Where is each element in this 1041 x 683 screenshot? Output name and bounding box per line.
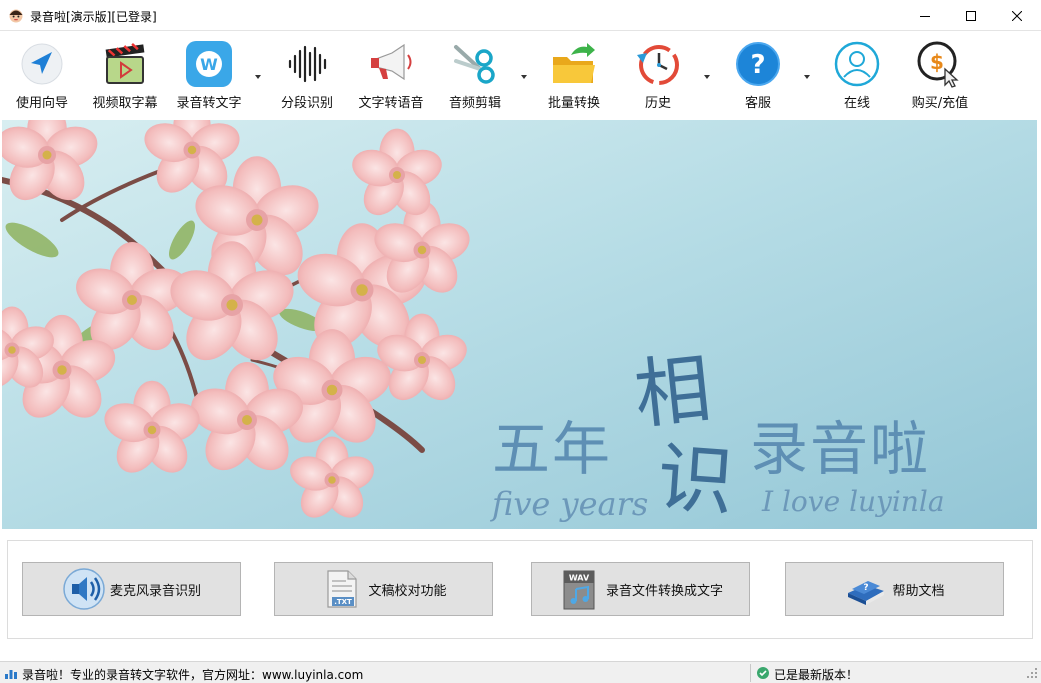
- folder-arrow-icon: [553, 43, 595, 83]
- dropdown-arrow-icon[interactable]: [253, 73, 263, 81]
- tool-segment-recognition[interactable]: 分段识别: [272, 31, 342, 119]
- history-clock-icon: [637, 45, 679, 85]
- minimize-button[interactable]: [902, 0, 948, 31]
- minimize-icon: [920, 15, 930, 17]
- speaker-icon: [63, 568, 105, 610]
- proofread-button[interactable]: .TXT 文稿校对功能: [274, 562, 493, 616]
- svg-text:W: W: [200, 55, 218, 74]
- banner-text-luyinla: 录音啦: [750, 415, 931, 483]
- tool-label: 历史: [644, 96, 671, 111]
- banner-subtitle-five-years: five years: [492, 485, 649, 523]
- svg-text:?: ?: [750, 50, 765, 80]
- app-logo-icon: [9, 9, 23, 23]
- tool-audio-to-text[interactable]: W 录音转文字: [172, 31, 246, 119]
- promo-banner: 五年 相 识 录音啦 five years I love luyinla: [2, 120, 1037, 529]
- banner-text-five-years: 五年: [492, 415, 613, 483]
- video-clapper-icon: [105, 43, 145, 84]
- close-button[interactable]: [994, 0, 1040, 31]
- proofread-label: 文稿校对功能: [368, 583, 447, 599]
- close-icon: [1012, 10, 1022, 21]
- status-bar: 录音啦！专业的录音转文字软件，官方网址：www.luyinla.com 已是最新…: [0, 661, 1041, 683]
- mic-recognition-button[interactable]: 麦克风录音识别: [22, 562, 241, 616]
- banner-text-shi: 识: [654, 432, 737, 527]
- help-question-icon: ?: [736, 42, 780, 86]
- toolbar: 使用向导 视频取字幕 W 录音转文字 分段识别 文字转语音 音频剪辑 批量转换 …: [0, 31, 1041, 119]
- window-title: 录音啦[演示版][已登录]: [30, 10, 157, 24]
- tool-online[interactable]: 在线: [822, 31, 892, 119]
- file-to-text-label: 录音文件转换成文字: [605, 583, 723, 599]
- help-docs-button[interactable]: ? 帮助文档: [785, 562, 1004, 616]
- tool-label: 文字转语音: [358, 96, 424, 111]
- svg-text:WAV: WAV: [569, 574, 590, 583]
- tool-label: 音频剪辑: [448, 96, 501, 111]
- status-divider: [750, 664, 751, 682]
- maximize-button[interactable]: [948, 0, 994, 31]
- tool-label: 录音转文字: [176, 96, 242, 111]
- status-message: 录音啦！专业的录音转文字软件，官方网址：www.luyinla.com: [22, 668, 364, 682]
- file-to-text-button[interactable]: WAV 录音文件转换成文字: [531, 562, 750, 616]
- user-online-icon: [834, 41, 880, 87]
- maximize-icon: [966, 10, 976, 21]
- version-status: 已是最新版本！: [774, 668, 859, 682]
- wav-file-icon: WAV: [563, 570, 595, 610]
- svg-text:$: $: [930, 50, 944, 74]
- dropdown-arrow-icon[interactable]: [802, 73, 812, 81]
- resize-grip-icon[interactable]: [1026, 667, 1038, 679]
- scissors-icon: [454, 45, 495, 84]
- help-book-icon: ?: [848, 581, 885, 605]
- tool-batch-convert[interactable]: 批量转换: [540, 31, 608, 119]
- dropdown-arrow-icon[interactable]: [519, 73, 529, 81]
- banner-subtitle-love: I love luyinla: [762, 485, 945, 518]
- tool-text-to-speech[interactable]: 文字转语音: [352, 31, 430, 119]
- tool-customer-service[interactable]: ? 客服: [724, 31, 792, 119]
- tool-guide[interactable]: 使用向导: [8, 31, 76, 119]
- tool-label: 使用向导: [15, 96, 68, 111]
- bar-chart-icon: [5, 670, 17, 679]
- tool-video-subtitle[interactable]: 视频取字幕: [86, 31, 164, 119]
- mic-recognition-label: 麦克风录音识别: [109, 583, 201, 599]
- tool-audio-edit[interactable]: 音频剪辑: [440, 31, 510, 119]
- tool-history[interactable]: 历史: [624, 31, 692, 119]
- svg-text:.TXT: .TXT: [335, 598, 353, 606]
- help-docs-label: 帮助文档: [892, 583, 945, 599]
- megaphone-icon: [371, 43, 412, 81]
- tool-label: 分段识别: [280, 96, 333, 111]
- txt-document-icon: .TXT: [327, 570, 358, 608]
- svg-text:?: ?: [864, 583, 869, 593]
- cloud-check-icon: [757, 667, 769, 679]
- tool-label: 购买/充值: [911, 96, 969, 111]
- w-logo-icon: W: [186, 41, 232, 87]
- waveform-icon: [288, 45, 327, 83]
- tool-purchase[interactable]: $ 购买/充值: [902, 31, 978, 119]
- dollar-cursor-icon: $: [917, 41, 959, 88]
- tool-label: 客服: [744, 96, 771, 111]
- tool-label: 批量转换: [547, 96, 600, 111]
- dropdown-arrow-icon[interactable]: [702, 73, 712, 81]
- navigation-arrow-icon: [21, 43, 63, 85]
- tool-label: 视频取字幕: [92, 96, 158, 111]
- tool-label: 在线: [843, 96, 870, 111]
- title-bar: 录音啦[演示版][已登录]: [0, 0, 1041, 31]
